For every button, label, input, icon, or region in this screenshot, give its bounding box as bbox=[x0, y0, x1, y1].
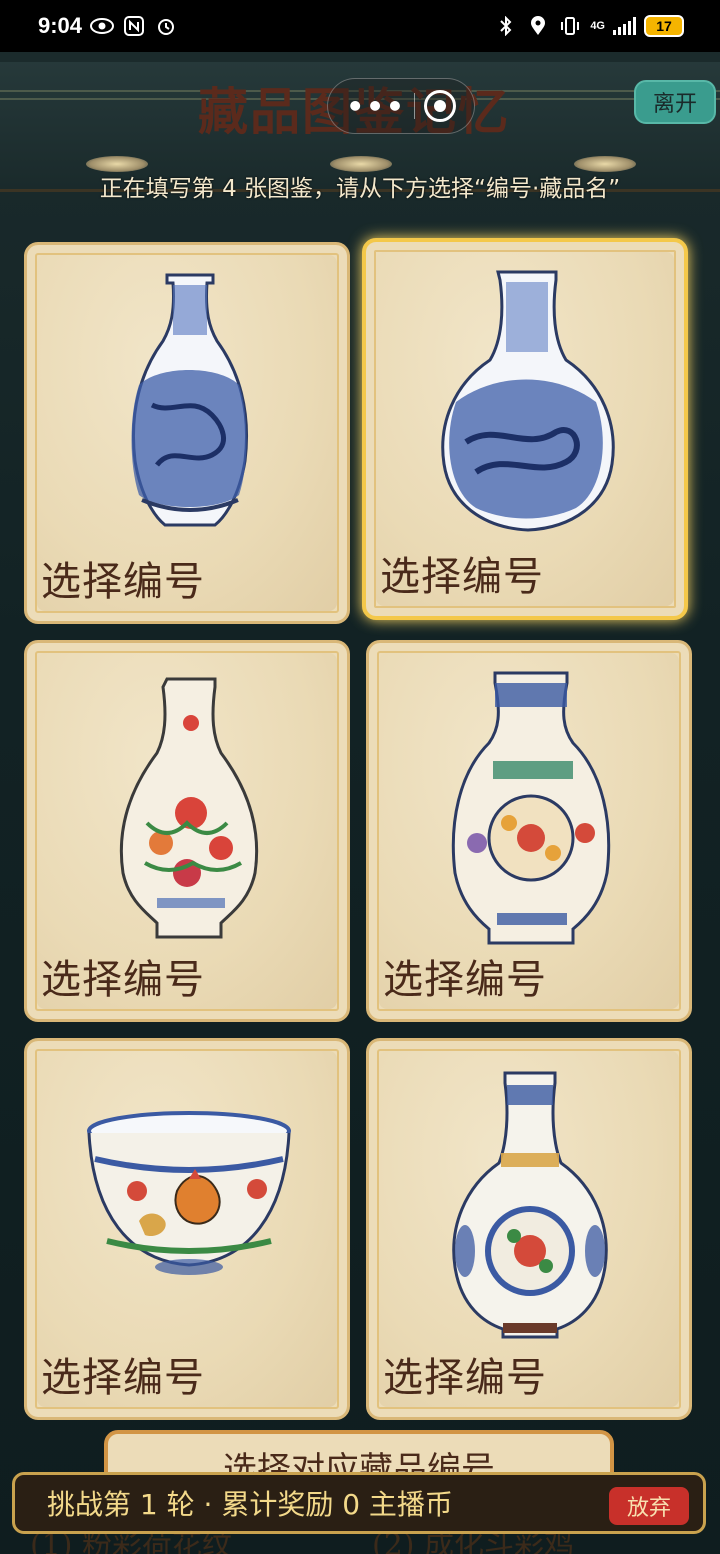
bluetooth-icon bbox=[494, 14, 518, 38]
select-number-label: 选择编号 bbox=[41, 1355, 205, 1401]
collection-card[interactable]: 选择编号 bbox=[366, 1038, 692, 1420]
collection-card[interactable]: 选择编号 bbox=[24, 640, 350, 1022]
capsule-divider bbox=[414, 93, 416, 119]
ceiling-lamp bbox=[86, 156, 148, 172]
close-target-icon[interactable] bbox=[423, 90, 456, 122]
nfc-icon bbox=[122, 14, 146, 38]
leave-button[interactable]: 离开 bbox=[634, 80, 716, 124]
select-number-label: 选择编号 bbox=[41, 957, 205, 1003]
status-bar: 9:04 4G 17 bbox=[0, 0, 720, 52]
status-time: 9:04 bbox=[38, 13, 83, 38]
select-number-label: 选择编号 bbox=[41, 559, 205, 605]
select-number-label: 选择编号 bbox=[383, 1355, 547, 1401]
collection-card-selected[interactable]: 选择编号 bbox=[362, 238, 688, 620]
collection-card[interactable]: 选择编号 bbox=[366, 640, 692, 1022]
more-icon[interactable]: ••• bbox=[346, 90, 406, 123]
network-type: 4G bbox=[590, 20, 605, 32]
alarm-icon bbox=[154, 14, 178, 38]
challenge-status-bar: 挑战第 1 轮 · 累计奖励 0 主播币 放弃 bbox=[12, 1472, 706, 1534]
challenge-status-text: 挑战第 1 轮 · 累计奖励 0 主播币 bbox=[47, 1488, 453, 1521]
battery-icon: 17 bbox=[644, 15, 684, 37]
location-icon bbox=[526, 14, 550, 38]
give-up-button[interactable]: 放弃 bbox=[609, 1487, 689, 1525]
eye-icon bbox=[90, 14, 115, 38]
collection-card[interactable]: 选择编号 bbox=[24, 1038, 350, 1420]
signal-icon bbox=[613, 17, 636, 35]
miniprogram-capsule: ••• bbox=[327, 78, 475, 134]
battery-level: 17 bbox=[656, 18, 672, 34]
select-number-label: 选择编号 bbox=[383, 957, 547, 1003]
ceiling-lamp bbox=[574, 156, 636, 172]
vibrate-icon bbox=[558, 14, 582, 38]
collection-card[interactable]: 选择编号 bbox=[24, 242, 350, 624]
select-number-label: 选择编号 bbox=[380, 554, 544, 600]
ceiling-lamp bbox=[330, 156, 392, 172]
instruction-text: 正在填写第 4 张图鉴，请从下方选择“编号·藏品名” bbox=[99, 176, 621, 202]
